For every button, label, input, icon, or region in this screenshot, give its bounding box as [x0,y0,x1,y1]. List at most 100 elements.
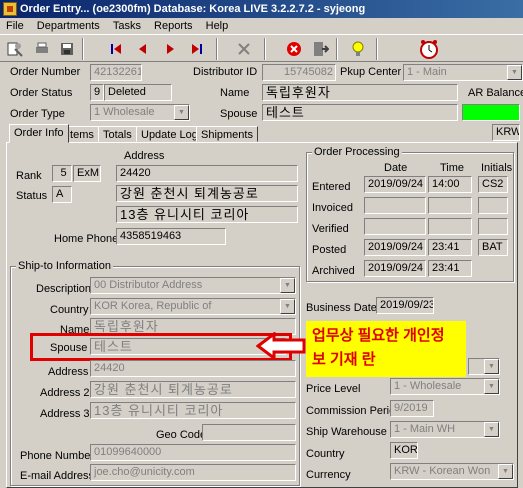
verified-initials [478,218,508,235]
currency-code-field: KRW [492,124,520,141]
description-value: 00 Distributor Address [94,279,203,291]
next-record-icon[interactable] [158,38,182,60]
commission-period-label: Commission Period [306,405,402,417]
tab-update-log[interactable]: Update Log [136,126,203,142]
commission-period-field[interactable]: 9/2019 [390,400,434,417]
home-phone-field: 4358519463 [116,228,226,245]
price-level-label: Price Level [306,383,361,395]
ship-warehouse-label: Ship Warehouse [306,426,387,438]
rank-code-field: ExM [73,165,101,182]
spouse-field[interactable]: 테스트 [262,104,458,121]
toolbar [0,34,523,62]
annotation-callout: 업무상 필요한 개인정 보 기재 란 [306,321,466,377]
entered-date: 2019/09/24 [364,176,426,193]
ship-phone-field[interactable]: 01099640000 [90,444,296,461]
verified-date [364,218,426,235]
order-type-select[interactable]: 1 Wholesale ▼ [90,104,190,121]
tab-totals[interactable]: Totals [98,126,137,142]
verified-time [428,218,472,235]
chevron-down-icon[interactable]: ▼ [280,278,295,293]
business-date-field: 2019/09/23 [376,297,434,314]
order-status-field[interactable]: Deleted [104,84,172,101]
ship-address3-label: Address 3 [40,408,90,420]
alarm-clock-icon[interactable] [416,38,442,60]
description-select[interactable]: 00 Distributor Address ▼ [90,277,296,294]
order-type-label: Order Type [10,108,65,120]
chevron-down-icon[interactable]: ▼ [174,105,189,120]
chevron-down-icon[interactable]: ▼ [507,65,522,80]
status-field: A [52,186,72,203]
geo-code-field[interactable] [202,424,296,441]
ship-to-title: Ship-to Information [16,260,113,272]
order-status-label: Order Status [10,87,73,99]
order-status-code-field[interactable]: 9 [90,84,104,101]
menu-departments[interactable]: Departments [37,20,100,32]
delete-icon[interactable] [232,38,256,60]
pkup-center-label: Pkup Center [340,66,402,78]
chevron-down-icon[interactable]: ▼ [484,422,499,437]
archived-date: 2019/09/24 [364,260,426,277]
cancel-icon[interactable] [282,38,306,60]
menu-reports[interactable]: Reports [154,20,193,32]
menu-file[interactable]: File [6,20,24,32]
chevron-down-icon[interactable]: ▼ [498,464,513,479]
order-processing-title: Order Processing [312,146,402,158]
lightbulb-icon[interactable] [346,38,370,60]
pkup-center-value: 1 - Main [407,66,447,78]
tab-shipments[interactable]: Shipments [196,126,258,142]
ship-warehouse-select[interactable]: 1 - Main WH ▼ [390,421,500,438]
name-field[interactable]: 독립후원자 [262,84,458,101]
pkup-center-select[interactable]: 1 - Main ▼ [403,64,523,81]
menu-tasks[interactable]: Tasks [113,20,141,32]
ship-warehouse-value: 1 - Main WH [394,423,456,435]
save-icon[interactable] [55,38,79,60]
invoiced-date [364,197,426,214]
posted-time: 23:41 [428,239,472,256]
first-record-icon[interactable] [104,38,128,60]
ship-address-label: Address [48,366,89,378]
last-record-icon[interactable] [185,38,209,60]
ship-address2-label: Address 2 [40,387,90,399]
col-time-header: Time [440,162,465,174]
ship-country-label: Country [50,304,89,316]
tab-order-info[interactable]: Order Info [9,124,69,143]
rank-number-field: 5 [52,165,72,182]
previous-record-icon[interactable] [131,38,155,60]
currency-value: KRW - Korean Won [394,465,491,477]
currency-select[interactable]: KRW - Korean Won ▼ [390,463,514,480]
address-line-2: 강원 춘천시 퇴계농공로 [116,185,298,202]
ship-spouse-label: Spouse [50,342,88,354]
archived-time: 23:41 [428,260,472,277]
distributor-id-field[interactable]: 15745082 [262,64,336,81]
ship-country-select[interactable]: KOR Korea, Republic of ▼ [90,298,296,315]
toolbar-separator [264,38,266,60]
entered-time: 14:00 [428,176,472,193]
chevron-down-icon[interactable]: ▼ [280,299,295,314]
rank-label: Rank [16,170,42,182]
toolbar-separator [82,38,84,60]
description-label: Description [36,283,92,295]
business-country-field: KOR [390,442,418,459]
app-icon [3,2,17,16]
invoiced-time [428,197,472,214]
ship-address-field[interactable]: 24420 [90,360,296,377]
ship-country-value: KOR Korea, Republic of [94,300,212,312]
tools-icon[interactable] [3,38,27,60]
distributor-id-label: Distributor ID [193,66,258,78]
chevron-down-icon[interactable]: ▼ [484,379,499,394]
verified-label: Verified [312,223,349,235]
price-level-value: 1 - Wholesale [394,380,462,392]
order-number-field[interactable]: 421322616 [90,64,142,81]
ship-email-field[interactable]: joe.cho@unicity.com [90,464,296,481]
col-date-header: Date [384,162,408,174]
hidden-select[interactable]: ▼ [468,358,500,375]
price-level-select[interactable]: 1 - Wholesale ▼ [390,378,500,395]
ship-address3-field[interactable]: 13층 유니시티 코리아 [90,402,296,419]
menu-help[interactable]: Help [206,20,229,32]
ship-address2-field[interactable]: 강원 춘천시 퇴계농공로 [90,381,296,398]
exit-door-icon[interactable] [308,38,332,60]
archived-label: Archived [312,265,355,277]
printer-icon[interactable] [30,38,54,60]
currency-label: Currency [306,469,351,481]
chevron-down-icon[interactable]: ▼ [484,359,499,374]
